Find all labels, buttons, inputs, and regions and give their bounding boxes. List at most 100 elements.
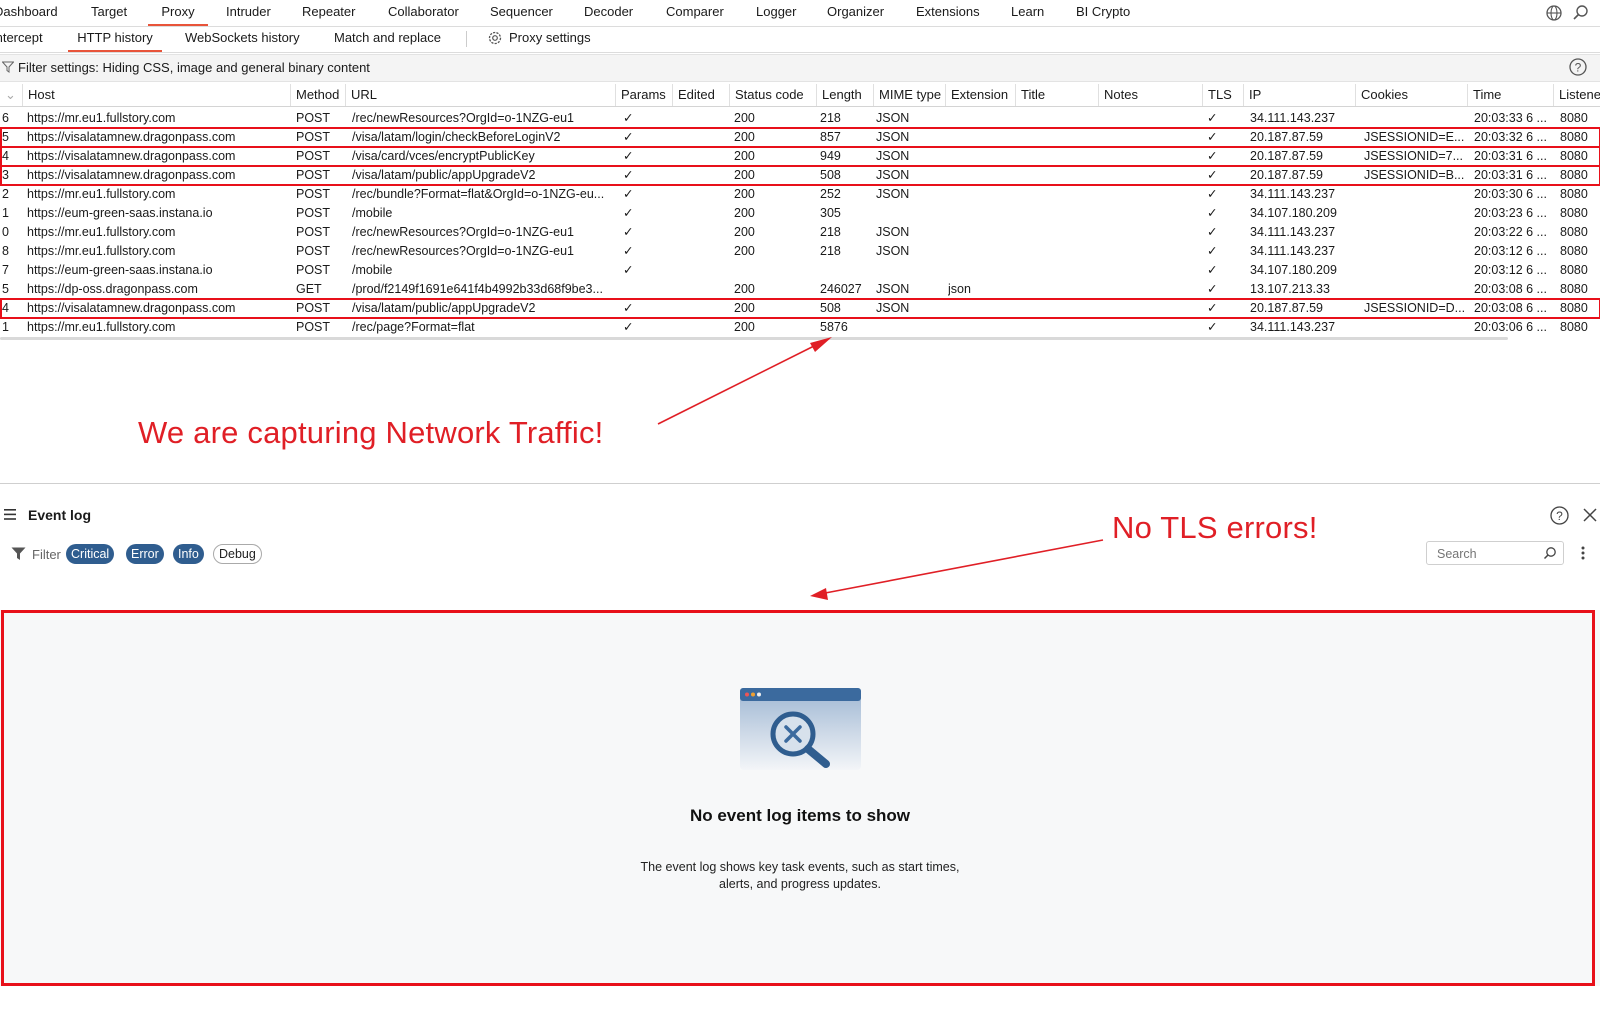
tab-intruder[interactable]: Intruder (226, 0, 271, 24)
table-row[interactable]: 1 https://eum-green-saas.instana.io POST/m… (0, 204, 1600, 223)
cell-time: 20:03:32 6 ... (1474, 130, 1547, 144)
horizontal-scrollbar[interactable] (0, 337, 1508, 340)
cell-ext (948, 261, 1014, 280)
table-row[interactable]: 3 https://visalatamnew.dragonpass.com POST… (0, 166, 1600, 185)
column-header-num[interactable]: ⌄ (0, 84, 22, 106)
cell-cookies (1364, 109, 1472, 128)
tab-organizer[interactable]: Organizer (827, 0, 884, 24)
tab-dashboard[interactable]: Dashboard (0, 0, 58, 24)
cell-title (1020, 185, 1098, 204)
cell-notes (1102, 185, 1202, 204)
cell-port: 8080 (1560, 282, 1588, 296)
table-row[interactable]: 7 https://eum-green-saas.instana.io POST/m… (0, 261, 1600, 280)
tab-comparer[interactable]: Comparer (666, 0, 724, 24)
table-row[interactable]: 4 https://visalatamnew.dragonpass.com POST… (0, 147, 1600, 166)
tab-target[interactable]: Target (91, 0, 127, 24)
cell-status: 200 (734, 244, 755, 258)
tab-intercept[interactable]: Intercept (0, 26, 43, 50)
cell-url: /mobile (352, 206, 393, 220)
column-header-params[interactable]: Params (615, 84, 672, 106)
table-row[interactable]: 2 https://mr.eu1.fullstory.com POST/rec/bu… (0, 185, 1600, 204)
help-icon[interactable]: ? (1549, 505, 1570, 526)
cell-notes (1102, 128, 1202, 147)
funnel-icon[interactable] (11, 547, 26, 561)
cell-notes (1102, 299, 1202, 318)
tab-websockets-history[interactable]: WebSockets history (185, 26, 300, 50)
cell-edited (678, 318, 718, 337)
filter-bar[interactable]: Filter settings: Hiding CSS, image and g… (0, 54, 1600, 82)
column-header-status-code[interactable]: Status code (729, 84, 816, 106)
column-header-host[interactable]: Host (22, 84, 294, 106)
event-log-search[interactable] (1426, 541, 1564, 565)
cell-status: 200 (734, 282, 755, 296)
cell-port: 8080 (1560, 301, 1588, 315)
help-icon[interactable]: ? (1568, 57, 1588, 77)
column-header-url[interactable]: URL (345, 84, 612, 106)
column-header-listener-port[interactable]: Listener port (1553, 84, 1600, 106)
table-row[interactable]: 6 https://mr.eu1.fullstory.com POST/rec/ne… (0, 109, 1600, 128)
cell-port: 8080 (1560, 149, 1588, 163)
panel-divider[interactable] (0, 483, 1600, 484)
column-header-tls[interactable]: TLS (1202, 84, 1243, 106)
column-header-extension[interactable]: Extension (945, 84, 1015, 106)
tab-decoder[interactable]: Decoder (584, 0, 633, 24)
column-header-mime-type[interactable]: MIME type (873, 84, 945, 106)
column-header-title[interactable]: Title (1015, 84, 1103, 106)
tab-proxy[interactable]: Proxy (148, 0, 208, 26)
cell-mime: JSON (876, 282, 910, 296)
tab-extensions[interactable]: Extensions (916, 0, 980, 24)
tab-repeater[interactable]: Repeater (302, 0, 355, 24)
proxy-settings-button[interactable]: Proxy settings (509, 26, 591, 50)
filter-chip-debug[interactable]: Debug (213, 544, 262, 564)
filter-chip-error[interactable]: Error (126, 544, 164, 564)
more-options-icon[interactable] (1580, 545, 1586, 561)
cell-cookies: JSESSIONID=D... (1364, 301, 1466, 315)
filter-chip-info[interactable]: Info (173, 544, 204, 564)
table-row[interactable]: 4 https://visalatamnew.dragonpass.com POST… (0, 299, 1600, 318)
tab-learn[interactable]: Learn (1011, 0, 1044, 24)
filter-chip-critical[interactable]: Critical (66, 544, 115, 564)
column-header-time[interactable]: Time (1467, 84, 1557, 106)
tab-sequencer[interactable]: Sequencer (490, 0, 553, 24)
cell-ip: 34.111.143.237 (1250, 244, 1336, 258)
column-header-cookies[interactable]: Cookies (1355, 84, 1467, 106)
cell-title (1020, 109, 1098, 128)
table-row[interactable]: 5 https://dp-oss.dragonpass.com GET/prod/f… (0, 280, 1600, 299)
tab-bi-crypto[interactable]: BI Crypto (1076, 0, 1130, 24)
tab-http-history[interactable]: HTTP history (68, 26, 162, 52)
search-icon[interactable] (1543, 546, 1557, 560)
menu-icon[interactable] (4, 509, 16, 520)
close-icon[interactable] (1583, 508, 1597, 522)
search-input[interactable] (1435, 545, 1539, 563)
tab-collaborator[interactable]: Collaborator (388, 0, 459, 24)
cell-method: POST (296, 187, 331, 201)
cell-cookies (1364, 185, 1472, 204)
cell-tls: ✓ (1207, 301, 1218, 315)
column-header-length[interactable]: Length (816, 84, 873, 106)
column-header-edited[interactable]: Edited (672, 84, 729, 106)
column-header-method[interactable]: Method (290, 84, 345, 106)
cell-title (1020, 261, 1098, 280)
tab-match-and-replace[interactable]: Match and replace (334, 26, 441, 50)
cell-ext (948, 128, 1014, 147)
table-row[interactable]: 1 https://mr.eu1.fullstory.com POST/rec/pa… (0, 318, 1600, 337)
table-row[interactable]: 0 https://mr.eu1.fullstory.com POST/rec/ne… (0, 223, 1600, 242)
search-icon[interactable] (1572, 4, 1590, 22)
tab-logger[interactable]: Logger (756, 0, 796, 24)
table-row[interactable]: 8 https://mr.eu1.fullstory.com POST/rec/ne… (0, 242, 1600, 261)
cell-method: POST (296, 206, 331, 220)
gear-icon[interactable] (487, 30, 503, 46)
cell-title (1020, 299, 1098, 318)
cell-params: ✓ (623, 187, 634, 201)
cell-port: 8080 (1560, 187, 1588, 201)
cell-ip: 34.111.143.237 (1250, 320, 1336, 334)
table-row[interactable]: 5 https://visalatamnew.dragonpass.com POST… (0, 128, 1600, 147)
column-header-notes[interactable]: Notes (1098, 84, 1205, 106)
cell-mime: JSON (876, 168, 910, 182)
column-header-ip[interactable]: IP (1243, 84, 1355, 106)
cell-status: 200 (734, 225, 755, 239)
cell-status: 200 (734, 168, 755, 182)
cell-title (1020, 280, 1098, 299)
cell-time: 20:03:23 6 ... (1474, 206, 1547, 220)
globe-icon[interactable] (1545, 4, 1563, 22)
